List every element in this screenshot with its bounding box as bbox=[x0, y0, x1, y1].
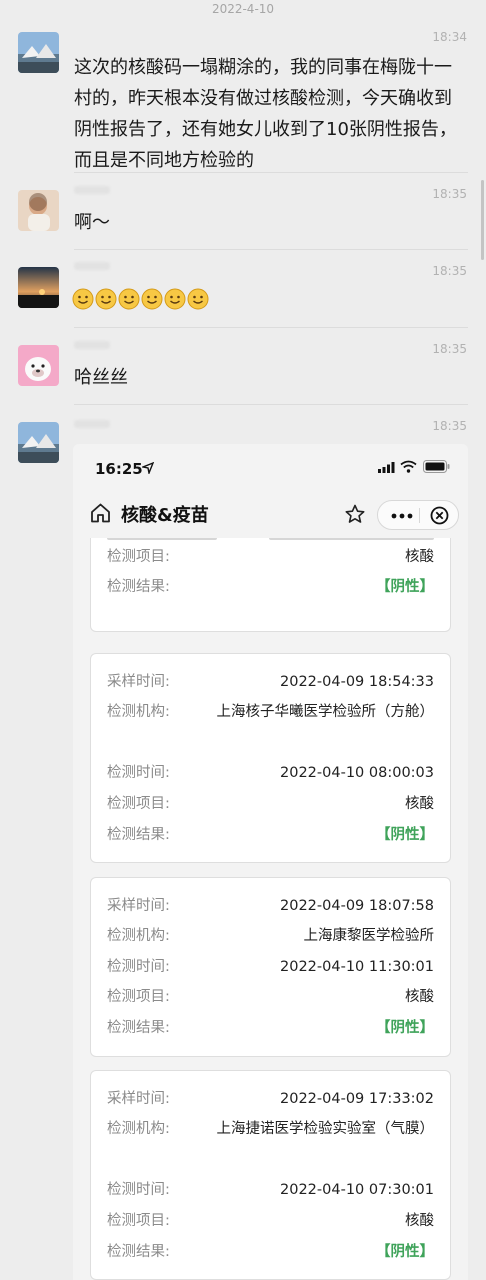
message-text[interactable]: 啊～ bbox=[74, 207, 469, 238]
row-test-result: 检测结果: 【阴性】 bbox=[107, 820, 434, 850]
more-icon[interactable] bbox=[391, 513, 413, 519]
battery-icon bbox=[423, 460, 450, 473]
signal-icon bbox=[378, 462, 395, 473]
message-time: 18:35 bbox=[432, 187, 467, 201]
page-title: 核酸&疫苗 bbox=[121, 505, 209, 526]
sender-name-blurred bbox=[74, 186, 110, 194]
mini-program-capsule bbox=[377, 500, 459, 530]
message-time: 18:35 bbox=[432, 342, 467, 356]
row-test-time: 检测时间: 2022-04-10 07:30:01 bbox=[107, 1182, 434, 1198]
chat-window: 2022-4-10 18:34 这次的核酸码一塌糊涂的，我的同事在梅陇十一村的，… bbox=[0, 0, 486, 1280]
emoji-row[interactable] bbox=[72, 288, 209, 310]
row-test-time: 检测时间: 2022-04-10 11:30:01 bbox=[107, 959, 434, 975]
avatar[interactable] bbox=[18, 422, 59, 463]
divider bbox=[74, 404, 468, 405]
capsule-divider bbox=[419, 508, 420, 523]
cut-off-row bbox=[269, 538, 434, 540]
sender-name-blurred bbox=[74, 420, 110, 428]
message-time: 18:34 bbox=[432, 30, 467, 44]
negative-result-badge: 【阴性】 bbox=[376, 1244, 434, 1260]
smile-emoji bbox=[164, 288, 186, 310]
star-icon[interactable] bbox=[345, 504, 365, 524]
smile-emoji bbox=[141, 288, 163, 310]
row-test-item: 检测项目: 核酸 bbox=[107, 1213, 434, 1229]
smile-emoji bbox=[118, 288, 140, 310]
row-test-result: 检测结果: 【阴性】 bbox=[107, 1237, 434, 1267]
report-card: 采样时间: 2022-04-09 17:33:02 检测机构: 上海捷诺医学检验… bbox=[90, 1070, 451, 1280]
close-circle-icon[interactable] bbox=[430, 506, 449, 525]
row-sample-time: 采样时间: 2022-04-09 17:33:02 bbox=[107, 1091, 434, 1107]
message-text[interactable]: 这次的核酸码一塌糊涂的，我的同事在梅陇十一村的，昨天根本没有做过核酸检测，今天确… bbox=[74, 52, 469, 176]
row-test-item: 检测项目: 核酸 bbox=[107, 989, 434, 1005]
message-text[interactable]: 哈丝丝 bbox=[74, 362, 469, 393]
negative-result-badge: 【阴性】 bbox=[376, 827, 434, 843]
scrollbar[interactable] bbox=[481, 180, 484, 260]
sender-name-blurred bbox=[74, 341, 110, 349]
smile-emoji bbox=[187, 288, 209, 310]
row-institution: 检测机构: 上海核子华曦医学检验所（方舱） bbox=[107, 704, 434, 720]
home-icon[interactable] bbox=[90, 503, 111, 523]
avatar[interactable] bbox=[18, 32, 59, 73]
row-institution: 检测机构: 上海康黎医学检验所 bbox=[107, 928, 434, 944]
avatar[interactable] bbox=[18, 345, 59, 386]
message-time: 18:35 bbox=[432, 264, 467, 278]
negative-result-badge: 【阴性】 bbox=[376, 1020, 434, 1036]
avatar[interactable] bbox=[18, 267, 59, 308]
divider bbox=[74, 249, 468, 250]
smile-emoji bbox=[95, 288, 117, 310]
report-card: 检测项目: 核酸 检测结果: 【阴性】 bbox=[90, 538, 451, 632]
row-institution: 检测机构: 上海捷诺医学检验实验室（气膜） bbox=[107, 1121, 434, 1137]
message-time: 18:35 bbox=[432, 419, 467, 433]
status-time: 16:25 bbox=[95, 460, 143, 478]
report-screenshot-image[interactable]: 16:25 核酸&疫苗 检测项目: 核酸 检测结果: 【阴性】 采样时间: 20… bbox=[73, 444, 468, 1280]
sender-name-blurred bbox=[74, 262, 110, 270]
cut-off-row bbox=[107, 538, 217, 540]
negative-result-badge: 【阴性】 bbox=[376, 579, 434, 595]
divider bbox=[74, 327, 468, 328]
avatar[interactable] bbox=[18, 190, 59, 231]
row-test-item: 检测项目: 核酸 bbox=[107, 549, 434, 565]
row-test-result: 检测结果: 【阴性】 bbox=[107, 572, 434, 602]
row-test-item: 检测项目: 核酸 bbox=[107, 796, 434, 812]
divider bbox=[74, 172, 468, 173]
report-card: 采样时间: 2022-04-09 18:07:58 检测机构: 上海康黎医学检验… bbox=[90, 877, 451, 1057]
row-test-result: 检测结果: 【阴性】 bbox=[107, 1013, 434, 1043]
row-test-time: 检测时间: 2022-04-10 08:00:03 bbox=[107, 765, 434, 781]
row-sample-time: 采样时间: 2022-04-09 18:54:33 bbox=[107, 674, 434, 690]
location-arrow-icon bbox=[142, 462, 154, 474]
report-list[interactable]: 检测项目: 核酸 检测结果: 【阴性】 采样时间: 2022-04-09 18:… bbox=[73, 538, 468, 1280]
phone-status-bar: 16:25 bbox=[73, 444, 468, 490]
mini-program-navbar: 核酸&疫苗 bbox=[73, 490, 468, 538]
row-sample-time: 采样时间: 2022-04-09 18:07:58 bbox=[107, 898, 434, 914]
report-card: 采样时间: 2022-04-09 18:54:33 检测机构: 上海核子华曦医学… bbox=[90, 653, 451, 863]
smile-emoji bbox=[72, 288, 94, 310]
date-separator: 2022-4-10 bbox=[211, 2, 275, 16]
wifi-icon bbox=[400, 460, 417, 473]
